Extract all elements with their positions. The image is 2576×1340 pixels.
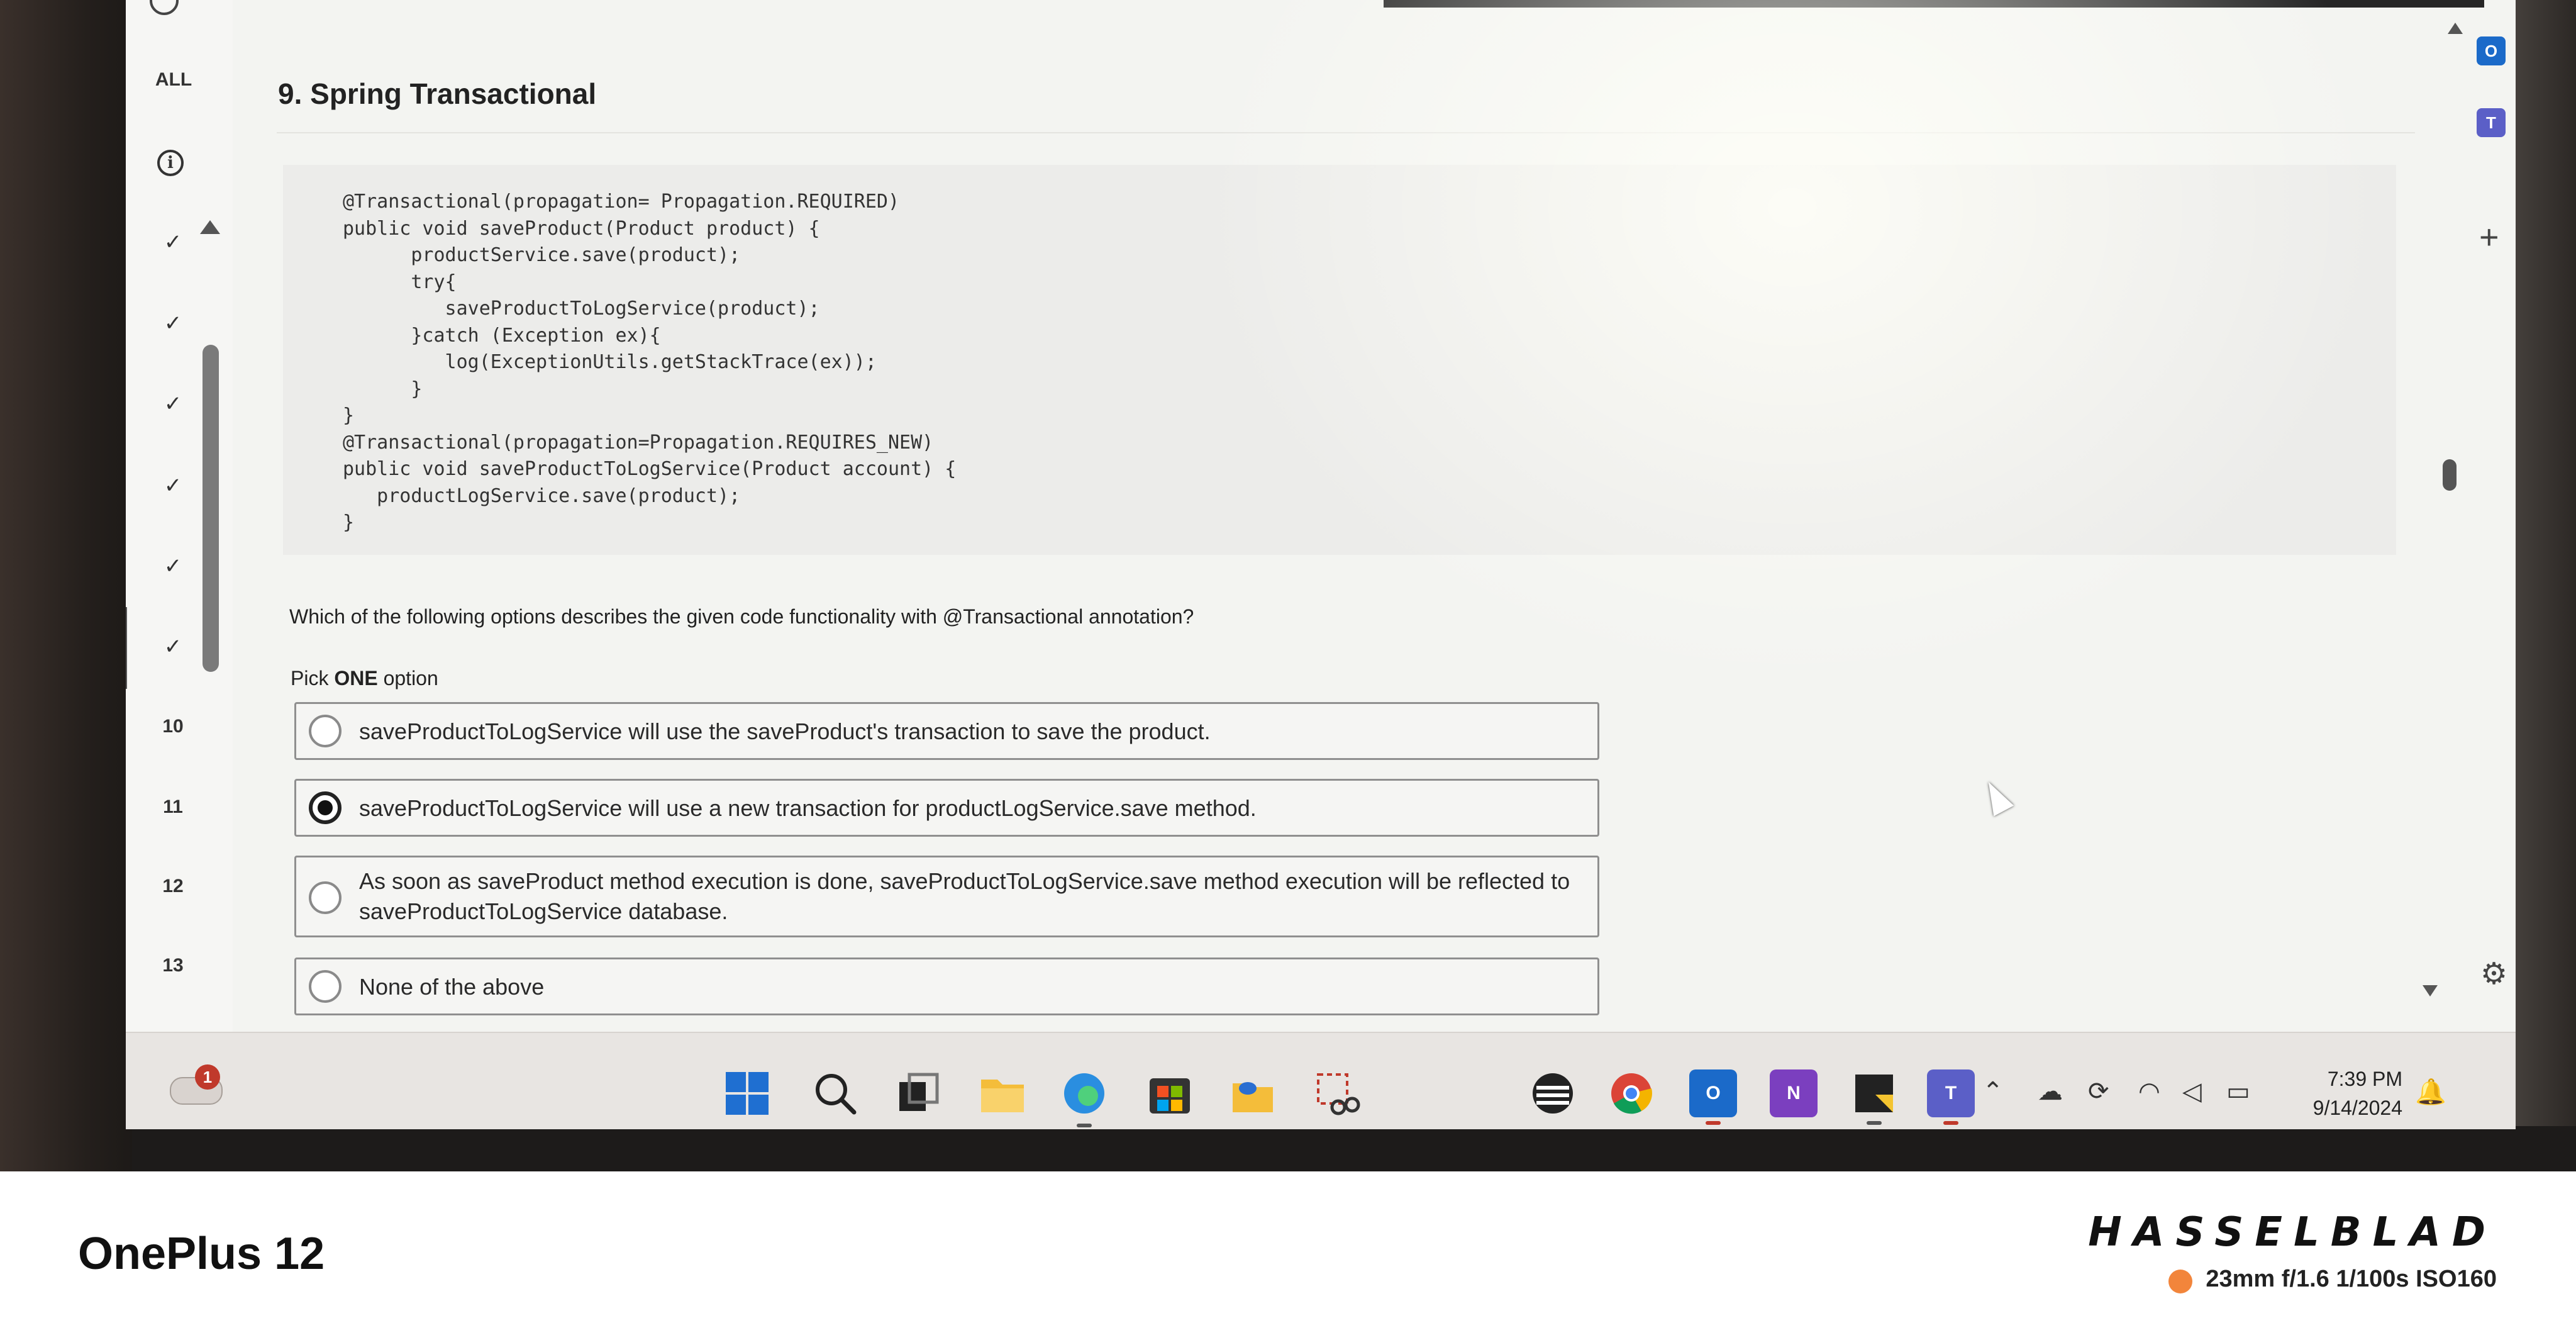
nav-item-completed[interactable]: ✓ <box>151 230 195 255</box>
brand-logo: HASSELBLAD <box>2088 1209 2497 1256</box>
photo: ALL i ✓ ✓ ✓ ✓ ✓ ✓ 10 11 12 13 14 9. Spri… <box>0 0 2576 1171</box>
nav-item-completed[interactable]: ✓ <box>151 473 195 498</box>
option-text: saveProductToLogService will use a new t… <box>359 795 1257 821</box>
radio-button[interactable] <box>309 715 341 747</box>
question-title: 9. Spring Transactional <box>278 77 597 110</box>
option-text: As soon as saveProduct method execution … <box>359 868 1570 924</box>
top-bar <box>1384 0 2484 8</box>
accent-dot <box>2168 1270 2192 1293</box>
battery-icon[interactable]: ▭ <box>2226 1077 2250 1106</box>
nav-item-completed[interactable]: ✓ <box>151 554 195 579</box>
code-text: @Transactional(propagation= Propagation.… <box>343 191 957 533</box>
sync-icon[interactable]: ⟳ <box>2088 1077 2109 1106</box>
active-indicator <box>1867 1121 1882 1125</box>
taskbar: 1 O N T ⌃ ☁ ⟳ ◠ ◁ ▭ 7:39 PM 9/14/2024 🔔 <box>126 1032 2516 1129</box>
active-indicator <box>1706 1121 1721 1125</box>
nav-item-11[interactable]: 11 <box>151 796 195 818</box>
clock-time: 7:39 PM <box>2327 1068 2402 1090</box>
app-icon[interactable] <box>1528 1069 1577 1117</box>
chrome-icon[interactable] <box>1607 1069 1655 1117</box>
timer-icon[interactable] <box>150 0 179 15</box>
nav-item-completed[interactable]: ✓ <box>151 391 195 416</box>
question-prompt: Which of the following options describes… <box>289 605 1194 628</box>
teams-taskbar-icon[interactable]: T <box>1927 1069 1975 1117</box>
nav-item-completed[interactable]: ✓ <box>151 634 195 659</box>
radio-button[interactable] <box>309 970 341 1003</box>
screen: ALL i ✓ ✓ ✓ ✓ ✓ ✓ 10 11 12 13 14 9. Spri… <box>126 0 2516 1129</box>
outlook-icon[interactable]: O <box>2477 36 2506 65</box>
option-1[interactable]: saveProductToLogService will use the sav… <box>294 702 1599 760</box>
gear-icon[interactable]: ⚙ <box>2480 956 2507 991</box>
desk-background <box>0 0 145 1171</box>
nav-active-indicator <box>126 607 127 689</box>
option-text: None of the above <box>359 974 545 1000</box>
radio-button[interactable] <box>309 881 341 914</box>
nav-item-10[interactable]: 10 <box>151 716 195 737</box>
weather-widget[interactable]: 1 <box>170 1064 223 1105</box>
active-indicator <box>1077 1124 1092 1127</box>
nav-item-completed[interactable]: ✓ <box>151 311 195 336</box>
mouse-cursor-icon <box>1978 776 2014 817</box>
wifi-icon[interactable]: ◠ <box>2138 1077 2160 1106</box>
nav-all[interactable]: ALL <box>142 69 205 91</box>
monitor-bezel-bottom <box>132 1126 2576 1171</box>
content-scrollbar[interactable] <box>2443 459 2457 491</box>
file-explorer-icon[interactable] <box>979 1069 1026 1117</box>
option-text: saveProductToLogService will use the sav… <box>359 718 1211 744</box>
pick-suffix: option <box>377 667 438 690</box>
outlook-taskbar-icon[interactable]: O <box>1689 1069 1737 1117</box>
option-3[interactable]: As soon as saveProduct method execution … <box>294 856 1599 937</box>
content-scroll-up-icon[interactable] <box>2448 23 2463 34</box>
pick-prefix: Pick <box>291 667 335 690</box>
search-icon[interactable] <box>811 1069 859 1117</box>
nav-item-13[interactable]: 13 <box>151 955 195 976</box>
option-4[interactable]: None of the above <box>294 958 1599 1015</box>
nav-item-12[interactable]: 12 <box>151 876 195 897</box>
volume-icon[interactable]: ◁ <box>2182 1077 2202 1106</box>
divider <box>277 132 2415 133</box>
side-panel: O T + ⚙ <box>2472 0 2516 1069</box>
plus-icon[interactable]: + <box>2479 218 2499 257</box>
store-icon[interactable] <box>1146 1069 1194 1117</box>
snipping-tool-icon[interactable] <box>1313 1069 1361 1117</box>
notification-badge: 1 <box>195 1064 220 1090</box>
chevron-up-icon[interactable]: ⌃ <box>1982 1077 2004 1106</box>
active-indicator <box>1943 1121 1958 1125</box>
clock[interactable]: 7:39 PM 9/14/2024 <box>2289 1064 2402 1122</box>
system-tray: ⌃ ☁ ⟳ ◠ ◁ ▭ 7:39 PM 9/14/2024 🔔 <box>1968 1058 2472 1121</box>
option-2-selected[interactable]: saveProductToLogService will use a new t… <box>294 779 1599 837</box>
clock-date: 9/14/2024 <box>2312 1097 2402 1119</box>
onedrive-icon[interactable]: ☁ <box>2038 1077 2063 1106</box>
question-navigator: ALL i ✓ ✓ ✓ ✓ ✓ ✓ 10 11 12 13 14 <box>126 0 239 1069</box>
content-scroll-down-icon[interactable] <box>2423 985 2438 997</box>
edge-icon[interactable] <box>1060 1069 1108 1127</box>
sticky-notes-icon[interactable] <box>1850 1069 1898 1117</box>
notification-bell-icon[interactable]: 🔔 <box>2415 1077 2446 1107</box>
teams-icon[interactable]: T <box>2477 108 2506 137</box>
onedrive-folder-icon[interactable] <box>1229 1069 1277 1117</box>
exif-info: 23mm f/1.6 1/100s ISO160 <box>2206 1266 2497 1292</box>
onenote-icon[interactable]: N <box>1770 1069 1818 1117</box>
radio-button-selected[interactable] <box>309 791 341 824</box>
device-name: OnePlus 12 <box>78 1229 325 1279</box>
task-view-icon[interactable] <box>894 1069 942 1117</box>
nav-scroll-up-icon[interactable] <box>200 220 220 234</box>
nav-scrollbar[interactable] <box>203 345 219 672</box>
start-icon[interactable] <box>723 1069 771 1117</box>
camera-watermark: OnePlus 12 HASSELBLAD 23mm f/1.6 1/100s … <box>0 1171 2576 1340</box>
info-icon[interactable]: i <box>157 150 184 176</box>
pick-count: ONE <box>334 667 378 690</box>
pick-instruction: Pick ONE option <box>291 667 438 690</box>
